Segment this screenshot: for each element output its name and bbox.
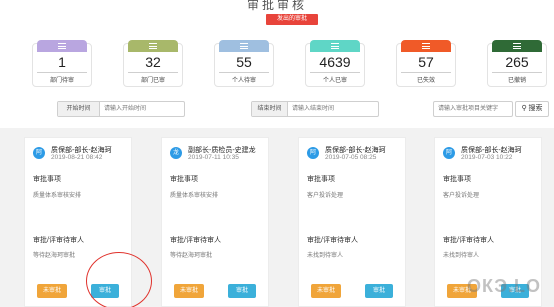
approve-button[interactable]: 审批 <box>365 284 393 298</box>
approver-value: 等待赵海珂审批 <box>33 253 76 259</box>
highlight-circle <box>86 252 152 307</box>
menu-icon <box>331 43 339 49</box>
stat-dept-reviewed[interactable]: 32 部门已审 <box>123 40 183 87</box>
stat-value: 4639 <box>319 54 351 70</box>
sent-approvals-badge[interactable]: 发出的审批 <box>266 14 318 25</box>
menu-icon <box>240 43 248 49</box>
item-value: 客户投诉处理 <box>307 193 344 199</box>
pending-button[interactable]: 未审批 <box>311 284 341 298</box>
stat-label: 个人待审 <box>219 72 269 84</box>
item-title: 审批事项 <box>307 176 335 183</box>
pending-button[interactable]: 未审批 <box>174 284 204 298</box>
end-time-label: 结束时间 <box>252 102 288 116</box>
menu-icon <box>149 43 157 49</box>
approval-card[interactable]: 龙 副部长-质检员-史建龙 2019-07-11 10:35 审批事项 质量体系… <box>161 137 269 307</box>
menu-icon <box>513 43 521 49</box>
item-title: 审批事项 <box>170 176 198 183</box>
stat-tab <box>492 40 542 52</box>
card-date: 2019-08-21 08:42 <box>51 154 103 161</box>
stat-tab <box>37 40 87 52</box>
avatar: 阿 <box>443 147 455 159</box>
approver-title: 审批/评审待审人 <box>33 237 84 244</box>
watermark: ОКЭ.LO <box>467 276 542 296</box>
card-date: 2019-07-05 08:25 <box>325 154 377 161</box>
page-title: 审批审核 <box>246 0 307 12</box>
search-button[interactable]: ⚲ 搜索 <box>515 101 549 117</box>
stat-value: 265 <box>505 54 529 70</box>
item-value: 客户投诉处理 <box>443 193 480 199</box>
stat-label: 部门待审 <box>37 72 87 84</box>
search-input[interactable] <box>433 101 513 117</box>
approver-value: 未找到待审人 <box>307 253 344 259</box>
search-icon: ⚲ <box>521 105 527 112</box>
card-date: 2019-07-03 10:22 <box>461 154 513 161</box>
approver-value: 未找到待审人 <box>443 253 480 259</box>
approve-button[interactable]: 审批 <box>228 284 256 298</box>
approver-title: 审批/评审待审人 <box>443 237 494 244</box>
stat-value: 32 <box>145 54 161 70</box>
stat-label: 个人已审 <box>310 72 360 84</box>
stat-tab <box>310 40 360 52</box>
avatar: 龙 <box>170 147 182 159</box>
stat-tab <box>219 40 269 52</box>
stat-value: 1 <box>58 54 66 70</box>
stat-tab <box>128 40 178 52</box>
stat-value: 57 <box>418 54 434 70</box>
menu-icon <box>422 43 430 49</box>
pending-button[interactable]: 未审批 <box>37 284 67 298</box>
stat-personal-pending[interactable]: 55 个人待审 <box>214 40 274 87</box>
start-time-input[interactable] <box>100 102 184 116</box>
approver-value: 等待赵海珂审批 <box>170 253 213 259</box>
stat-revoked[interactable]: 265 已撤销 <box>487 40 547 87</box>
item-title: 审批事项 <box>33 176 61 183</box>
end-time-input[interactable] <box>288 102 378 116</box>
stat-personal-reviewed[interactable]: 4639 个人已审 <box>305 40 365 87</box>
menu-icon <box>58 43 66 49</box>
approver-title: 审批/评审待审人 <box>170 237 221 244</box>
card-date: 2019-07-11 10:35 <box>188 154 239 161</box>
start-time-label: 开始时间 <box>58 102 100 116</box>
item-value: 质量体系审核安排 <box>33 193 82 199</box>
start-time-group: 开始时间 <box>57 101 185 117</box>
approval-card[interactable]: 阿 质保部-部长-赵海珂 2019-07-05 08:25 审批事项 客户投诉处… <box>298 137 406 307</box>
end-time-group: 结束时间 <box>251 101 379 117</box>
stat-label: 已失效 <box>401 72 451 84</box>
stat-label: 已撤销 <box>492 72 542 84</box>
search-button-label: 搜索 <box>528 105 543 112</box>
stat-tab <box>401 40 451 52</box>
item-value: 质量体系审核安排 <box>170 193 219 199</box>
avatar: 阿 <box>33 147 45 159</box>
stat-expired[interactable]: 57 已失效 <box>396 40 456 87</box>
avatar: 阿 <box>307 147 319 159</box>
stat-label: 部门已审 <box>128 72 178 84</box>
item-title: 审批事项 <box>443 176 471 183</box>
approver-title: 审批/评审待审人 <box>307 237 358 244</box>
stat-value: 55 <box>236 54 252 70</box>
stat-dept-pending[interactable]: 1 部门待审 <box>32 40 92 87</box>
